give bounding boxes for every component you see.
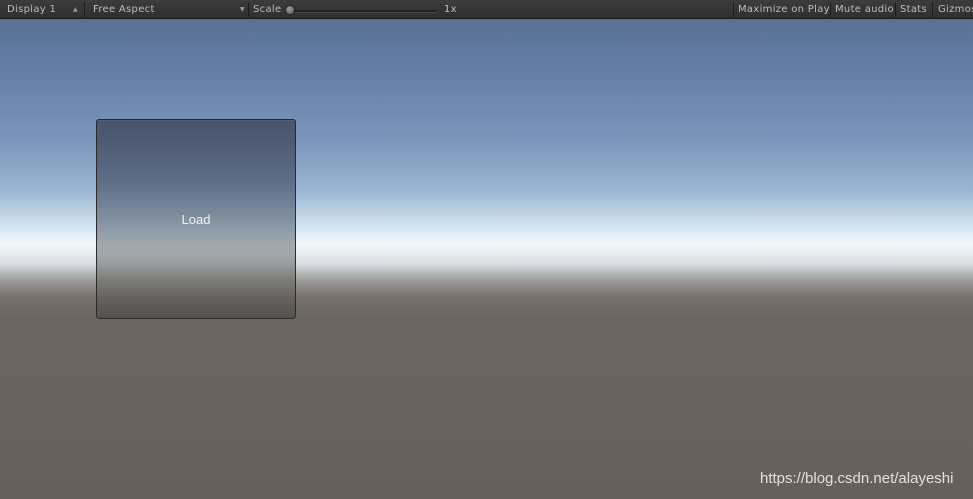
- scale-slider-thumb[interactable]: [285, 5, 295, 15]
- toolbar-divider: [895, 2, 896, 17]
- aspect-dropdown[interactable]: Free Aspect: [93, 0, 155, 19]
- game-view-toolbar: Display 1 ▲ Free Aspect ▼ Scale 1x Maxim…: [0, 0, 973, 19]
- toolbar-divider: [84, 2, 85, 17]
- dropdown-updown-icon[interactable]: ▲: [73, 0, 78, 19]
- maximize-on-play-toggle[interactable]: Maximize on Play: [738, 0, 830, 19]
- dropdown-down-icon[interactable]: ▼: [240, 0, 245, 19]
- scale-slider-track[interactable]: [290, 10, 436, 13]
- toolbar-divider: [733, 2, 734, 17]
- scale-label: Scale: [253, 4, 282, 15]
- gizmos-dropdown[interactable]: Gizmos: [938, 0, 973, 19]
- game-view: Display 1 ▲ Free Aspect ▼ Scale 1x Maxim…: [0, 0, 973, 499]
- watermark-text: https://blog.csdn.net/alayeshi: [760, 470, 954, 487]
- mute-audio-toggle[interactable]: Mute audio: [835, 0, 894, 19]
- scale-value: 1x: [444, 4, 457, 15]
- display-dropdown[interactable]: Display 1: [7, 0, 56, 19]
- toolbar-divider: [830, 2, 831, 17]
- load-button[interactable]: Load: [96, 119, 296, 319]
- stats-toggle[interactable]: Stats: [900, 0, 927, 19]
- load-button-label: Load: [181, 212, 211, 227]
- toolbar-divider: [932, 2, 933, 17]
- toolbar-divider: [248, 2, 249, 17]
